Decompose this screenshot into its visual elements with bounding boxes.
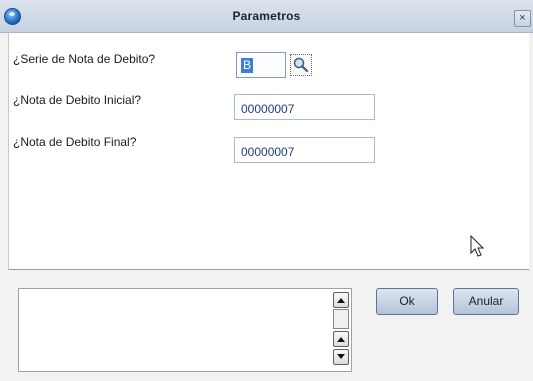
mouse-pointer-icon <box>470 235 485 257</box>
scroll-up-button[interactable] <box>333 292 349 308</box>
message-list[interactable] <box>18 288 352 372</box>
arrow-down-icon <box>337 354 345 359</box>
scroll-page-up-button[interactable] <box>333 331 349 347</box>
scroll-track[interactable] <box>333 309 349 329</box>
title-bar: Parametros × <box>0 0 533 33</box>
serie-input[interactable]: B <box>236 52 286 78</box>
arrow-up-icon <box>337 298 345 303</box>
serie-lookup-button[interactable] <box>290 54 312 76</box>
nota-inicial-label: ¿Nota de Debito Inicial? <box>13 93 142 107</box>
ok-button[interactable]: Ok <box>376 288 438 315</box>
close-button[interactable]: × <box>514 10 531 27</box>
nota-final-input[interactable]: 00000007 <box>234 137 375 163</box>
serie-value: B <box>241 58 253 73</box>
serie-label: ¿Serie de Nota de Debito? <box>13 52 156 66</box>
anular-button[interactable]: Anular <box>453 288 519 315</box>
parameters-panel: ¿Serie de Nota de Debito? B ¿Nota de Deb… <box>8 33 529 270</box>
nota-inicial-input[interactable]: 00000007 <box>234 94 375 120</box>
magnifier-icon <box>293 57 309 73</box>
nota-final-label: ¿Nota de Debito Final? <box>13 135 137 149</box>
window-title: Parametros <box>232 9 301 23</box>
scroll-down-button[interactable] <box>333 349 349 365</box>
parametros-dialog: Parametros × ¿Serie de Nota de Debito? B… <box>0 0 533 381</box>
arrow-up-icon <box>337 337 345 342</box>
